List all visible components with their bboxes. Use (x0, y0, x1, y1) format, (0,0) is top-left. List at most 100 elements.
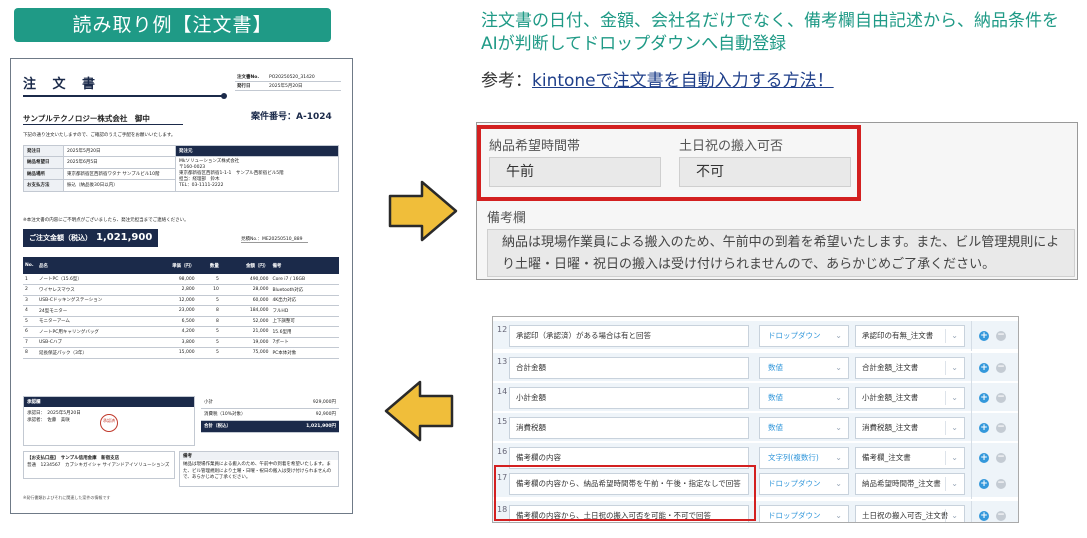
item-cell: Bluetooth対応 (270, 284, 339, 296)
chevron-down-icon: ⌄ (951, 393, 958, 402)
field-type-select[interactable]: ドロップダウン ⌄ (759, 473, 849, 495)
chevron-down-icon: ⌄ (835, 511, 842, 520)
item-cell: 52,000 (220, 316, 271, 327)
item-cell: 21,000 (220, 326, 271, 338)
target-field-select[interactable]: 備考欄_注文書 ⌄ (855, 447, 965, 469)
info-label: 納品場所 (23, 167, 64, 181)
target-field-label: 合計金額_注文書 (862, 363, 919, 372)
ship-head: 発注元 (175, 145, 339, 157)
meta-label: 注文書No. (235, 73, 267, 82)
doc-summary: 小計 929,000円 消費税（10%対象） 92,900円 合計（税込） 1,021… (201, 396, 339, 433)
field-type-select[interactable]: 数値 ⌄ (759, 417, 849, 439)
item-cell: 24型モニター (37, 305, 147, 317)
chevron-down-icon: ⌄ (835, 393, 842, 402)
prompt-input[interactable]: 消費税額 (509, 417, 749, 439)
summary-value: 92,900円 (279, 408, 339, 421)
item-row: 4 24型モニター 23,000 8 184,000 フルHD (23, 305, 339, 317)
prompt-input[interactable]: 合計金額 (509, 357, 749, 379)
add-row-icon[interactable]: + (979, 363, 989, 373)
add-row-icon[interactable]: + (979, 453, 989, 463)
remove-row-icon[interactable]: − (996, 511, 1006, 521)
add-row-icon[interactable]: + (979, 511, 989, 521)
row-divider (971, 501, 972, 522)
item-cell: 上下調整可 (270, 316, 339, 327)
target-field-select[interactable]: 小計金額_注文書 ⌄ (855, 387, 965, 409)
ship-line: TEL：03-1111-2222 (179, 183, 224, 188)
items-header: No. (23, 257, 37, 274)
right-arrow-icon (388, 180, 458, 242)
approval-head: 承認欄 (24, 397, 194, 407)
target-field-label: 土日祝の搬入可否_注文書 (862, 511, 949, 520)
remove-row-icon[interactable]: − (996, 479, 1006, 489)
chevron-down-icon: ⌄ (951, 453, 958, 462)
item-cell: 5 (196, 274, 221, 285)
item-row: 8 延長保証パック（3年） 15,000 5 75,000 PC本体対象 (23, 347, 339, 359)
item-cell: 19,000 (220, 337, 271, 348)
remove-row-icon[interactable]: − (996, 393, 1006, 403)
add-row-icon[interactable]: + (979, 393, 989, 403)
doc-title: 注 文 書 (23, 77, 102, 92)
info-value: 2025年6月5日 (63, 156, 176, 169)
remark-label: 備考欄 (487, 211, 527, 226)
remove-row-icon[interactable]: − (996, 363, 1006, 373)
item-cell: 60,000 (220, 295, 271, 306)
bank-head: 【お支払口座】 サンプル信用金庫 新宿支店 (27, 456, 120, 461)
select-divider (945, 329, 946, 343)
add-row-icon[interactable]: + (979, 423, 989, 433)
item-row: 7 USB-Cハブ 3,800 5 19,000 7ポート (23, 337, 339, 348)
item-cell: 5 (23, 316, 37, 327)
field-type-select[interactable]: 文字列(複数行) ⌄ (759, 447, 849, 469)
remove-row-icon[interactable]: − (996, 331, 1006, 341)
chevron-down-icon: ⌄ (951, 331, 958, 340)
reference: 参考：kintoneで注文書を自動入力する方法！ (481, 66, 834, 91)
item-cell: 5 (196, 295, 221, 306)
item-cell: 5 (196, 326, 221, 338)
prompt-input[interactable]: 承認印（承認済）がある場合は有と回答 (509, 325, 749, 347)
chevron-down-icon: ⌄ (835, 479, 842, 488)
reference-prefix: 参考： (481, 71, 532, 91)
chevron-down-icon: ⌄ (835, 331, 842, 340)
target-field-select[interactable]: 納品希望時間帯_注文書 ⌄ (855, 473, 965, 495)
info-label: お支払方法 (23, 179, 64, 192)
chevron-down-icon: ⌄ (835, 453, 842, 462)
info-value: 東京都新宿区西新宿ワタナ サンプルビル10階 (63, 167, 176, 181)
remark-field[interactable]: 納品は現場作業員による搬入のため、午前中の到着を希望いたします。また、ビル管理規… (487, 229, 1075, 277)
target-field-select[interactable]: 消費税額_注文書 ⌄ (855, 417, 965, 439)
field-type-label: ドロップダウン (768, 511, 821, 520)
select-divider (945, 421, 946, 435)
item-cell: 3 (23, 295, 37, 306)
field-type-select[interactable]: 数値 ⌄ (759, 357, 849, 379)
target-field-select[interactable]: 土日祝の搬入可否_注文書 ⌄ (855, 505, 965, 522)
settings-row: 12 承認印（承認済）がある場合は有と回答 ドロップダウン ⌄ 承認印の有無_注文書 ⌄ +… (493, 321, 1018, 351)
item-cell: 15.6型用 (270, 326, 339, 338)
doc-title-rule (23, 95, 223, 97)
summary-label: 小計 (201, 396, 280, 409)
item-cell: 1 (23, 274, 37, 285)
add-row-icon[interactable]: + (979, 331, 989, 341)
settings-row: 14 小計金額 数値 ⌄ 小計金額_注文書 ⌄ + − (493, 383, 1018, 413)
reference-link[interactable]: kintoneで注文書を自動入力する方法！ (532, 71, 834, 91)
item-cell: 4,200 (147, 326, 197, 338)
field-type-select[interactable]: ドロップダウン ⌄ (759, 505, 849, 522)
select-divider (945, 391, 946, 405)
approval-box: 承認欄 承認日： 2025年5月20日 承認者： 佐藤 美咲 承認済 (23, 396, 195, 446)
row-number: 16 (497, 447, 508, 456)
item-cell: ノートPC用キャリングバッグ (37, 326, 147, 338)
select-divider (945, 361, 946, 375)
bank-info: 【お支払口座】 サンプル信用金庫 新宿支店 普通 1234567 カブシキガイシ… (23, 451, 175, 479)
remove-row-icon[interactable]: − (996, 453, 1006, 463)
add-row-icon[interactable]: + (979, 479, 989, 489)
purchase-order-document: 注 文 書 注文書No. PO20250520_31420 発行日 2025年5月2… (10, 58, 353, 514)
prompt-input[interactable]: 小計金額 (509, 387, 749, 409)
doc-greeting: 下記の通り注文いたしますので、ご確認のうえご手配をお願いいたします。 (23, 133, 176, 138)
target-field-select[interactable]: 合計金額_注文書 ⌄ (855, 357, 965, 379)
item-cell: PC本体対象 (270, 347, 339, 359)
target-field-select[interactable]: 承認印の有無_注文書 ⌄ (855, 325, 965, 347)
target-field-label: 納品希望時間帯_注文書 (862, 479, 941, 488)
field-type-select[interactable]: 数値 ⌄ (759, 387, 849, 409)
field-type-select[interactable]: ドロップダウン ⌄ (759, 325, 849, 347)
remove-row-icon[interactable]: − (996, 423, 1006, 433)
doc-items-table: No. 品名 単価（円） 数量 金額（円） 備考 1 ノートPC（15.6型） 98… (23, 257, 339, 359)
field-type-label: 数値 (768, 393, 783, 402)
item-cell: 5 (196, 347, 221, 359)
